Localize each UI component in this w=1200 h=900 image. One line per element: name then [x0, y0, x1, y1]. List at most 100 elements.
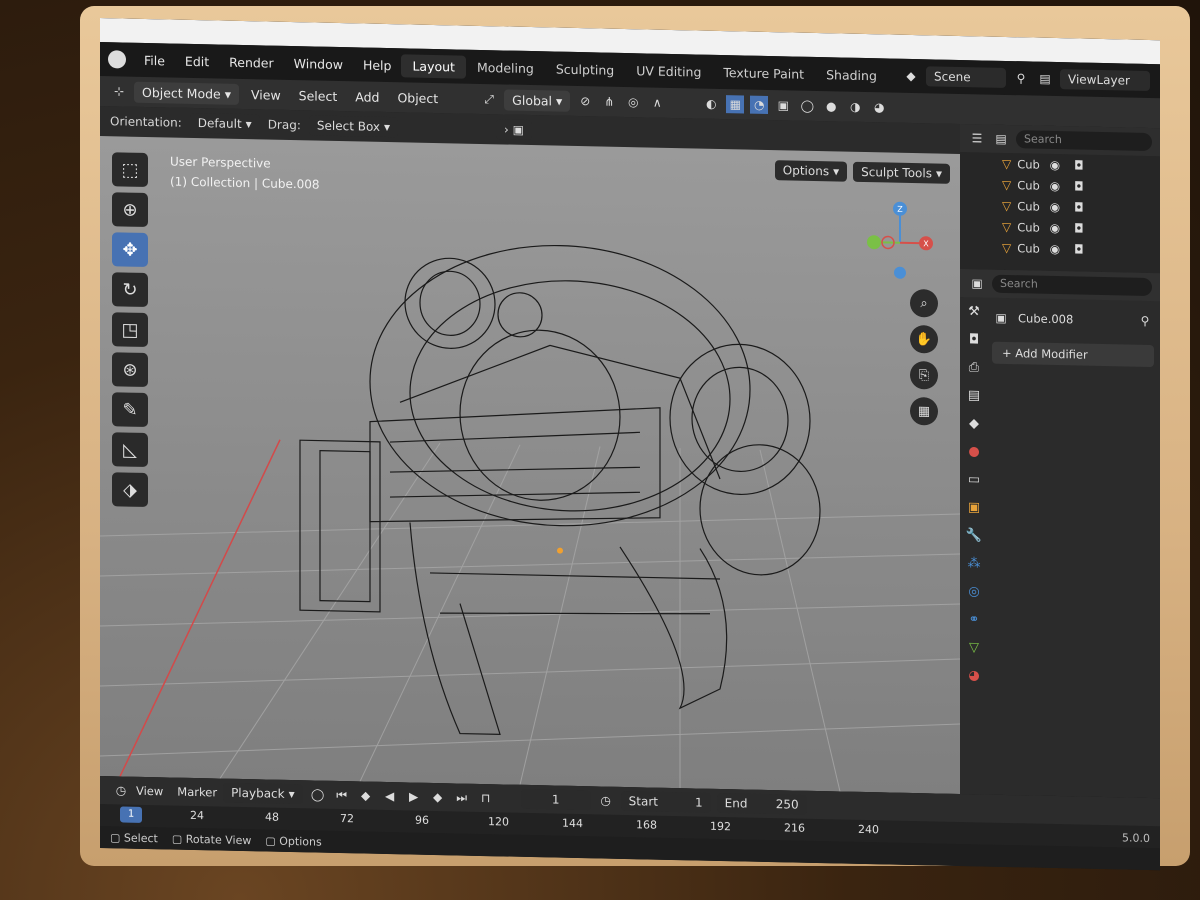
- render-tab-icon[interactable]: ◘: [965, 331, 983, 349]
- playback-dropdown[interactable]: Playback ▾: [223, 782, 303, 805]
- constraints-tab-icon[interactable]: ⚭: [965, 611, 983, 629]
- data-tab-icon[interactable]: ▽: [965, 639, 983, 657]
- annotate-tool-icon[interactable]: ✎: [112, 392, 148, 428]
- jump-end-icon[interactable]: ⏭: [453, 788, 471, 806]
- shading-material-icon[interactable]: ◑: [846, 98, 864, 116]
- scene-selector[interactable]: Scene: [926, 66, 1006, 88]
- 3d-viewport[interactable]: User Perspective (1) Collection | Cube.0…: [100, 136, 960, 795]
- drag-dropdown[interactable]: Select Box ▾: [308, 115, 399, 138]
- rotate-tool-icon[interactable]: ↻: [112, 272, 148, 308]
- options-dropdown[interactable]: Options ▾: [774, 160, 848, 182]
- sculpt-tools-dropdown[interactable]: Sculpt Tools ▾: [853, 161, 950, 184]
- eye-icon[interactable]: ◉: [1046, 218, 1064, 236]
- pan-hand-icon[interactable]: ✋: [910, 324, 938, 354]
- menu-window[interactable]: Window: [284, 55, 353, 72]
- prev-keyframe-icon[interactable]: ◆: [357, 786, 375, 804]
- workspace-tab-texture-paint[interactable]: Texture Paint: [712, 64, 815, 82]
- play-reverse-icon[interactable]: ◀: [381, 787, 399, 805]
- visibility-icon[interactable]: ◐: [702, 95, 720, 113]
- keying-icon[interactable]: ⊓: [477, 789, 495, 807]
- workspace-tab-modeling[interactable]: Modeling: [466, 59, 545, 76]
- zoom-icon[interactable]: ⌕: [910, 288, 938, 318]
- scene-tab-icon[interactable]: ◆: [965, 415, 983, 433]
- navigation-gizmo[interactable]: Z X: [860, 200, 940, 282]
- blender-logo-icon[interactable]: [108, 50, 126, 69]
- record-icon[interactable]: ◯: [309, 785, 327, 803]
- transform-tool-icon[interactable]: ⊛: [112, 352, 148, 388]
- view-layer-tab-icon[interactable]: ▤: [965, 387, 983, 405]
- menu-render[interactable]: Render: [219, 54, 284, 70]
- camera-view-icon[interactable]: ⎘: [910, 360, 938, 390]
- transform-orientation-dropdown[interactable]: Global ▾: [504, 88, 571, 112]
- add-modifier-button[interactable]: + Add Modifier: [992, 341, 1154, 368]
- play-icon[interactable]: ▶: [405, 787, 423, 805]
- add-cube-tool-icon[interactable]: ⬗: [112, 472, 148, 508]
- header-menu-select[interactable]: Select: [293, 85, 344, 107]
- physics-tab-icon[interactable]: ◎: [965, 583, 983, 601]
- gizmo-toggle-icon[interactable]: ▦: [726, 95, 745, 114]
- header-menu-object[interactable]: Object: [391, 87, 444, 109]
- camera-icon[interactable]: ◘: [1070, 240, 1088, 258]
- playhead-marker[interactable]: 1: [120, 806, 142, 823]
- move-tool-icon[interactable]: ✥: [112, 232, 148, 268]
- shading-rendered-icon[interactable]: ◕: [870, 98, 888, 116]
- outliner-search-input[interactable]: Search: [1016, 130, 1152, 152]
- mode-dropdown[interactable]: Object Mode ▾: [134, 81, 239, 105]
- camera-icon[interactable]: ◘: [1070, 177, 1088, 195]
- measure-tool-icon[interactable]: ◺: [112, 432, 148, 468]
- select-tool-icon[interactable]: ⬚: [112, 152, 148, 188]
- workspace-tab-sculpting[interactable]: Sculpting: [545, 61, 625, 78]
- orientation-dropdown[interactable]: Default ▾: [189, 112, 260, 135]
- viewlayer-selector[interactable]: ViewLayer: [1060, 69, 1150, 91]
- snap-icon[interactable]: ⋔: [600, 92, 618, 110]
- outliner-editor-icon[interactable]: ☰: [968, 129, 986, 147]
- world-tab-icon[interactable]: ●: [965, 443, 983, 461]
- collection-tab-icon[interactable]: ▭: [965, 471, 983, 489]
- material-tab-icon[interactable]: ◕: [965, 667, 983, 685]
- timeline-menu-view[interactable]: View: [136, 784, 163, 799]
- eye-icon[interactable]: ◉: [1046, 155, 1064, 173]
- sidebar-toggle[interactable]: › ▣: [496, 119, 532, 141]
- menu-help[interactable]: Help: [353, 57, 402, 73]
- header-menu-add[interactable]: Add: [349, 86, 385, 108]
- proportional-edit-icon[interactable]: ◎: [624, 93, 642, 111]
- menu-edit[interactable]: Edit: [175, 53, 219, 69]
- shading-solid-icon[interactable]: ●: [822, 97, 840, 115]
- jump-start-icon[interactable]: ⏮: [333, 786, 351, 804]
- camera-icon[interactable]: ◘: [1070, 198, 1088, 216]
- pin-icon[interactable]: ⚲: [1012, 69, 1030, 87]
- editor-type-icon[interactable]: ⊹: [110, 82, 128, 100]
- menu-file[interactable]: File: [134, 52, 175, 68]
- xray-icon[interactable]: ▣: [774, 96, 792, 114]
- workspace-tab-uv-editing[interactable]: UV Editing: [625, 63, 712, 80]
- outliner-filter-icon[interactable]: ▤: [992, 130, 1010, 148]
- pin-icon[interactable]: ⚲: [1136, 312, 1154, 330]
- end-frame-field[interactable]: End 250: [716, 792, 807, 815]
- clock-icon[interactable]: ◷: [597, 791, 615, 809]
- camera-icon[interactable]: ◘: [1070, 219, 1088, 237]
- particles-tab-icon[interactable]: ⁂: [965, 555, 983, 573]
- header-menu-view[interactable]: View: [245, 84, 287, 106]
- properties-editor-icon[interactable]: ▣: [968, 274, 986, 292]
- camera-icon[interactable]: ◘: [1070, 156, 1088, 174]
- eye-icon[interactable]: ◉: [1046, 239, 1064, 257]
- scale-tool-icon[interactable]: ◳: [112, 312, 148, 348]
- properties-search-input[interactable]: Search: [992, 274, 1152, 297]
- timeline-editor-icon[interactable]: ◷: [112, 781, 130, 799]
- outliner-row[interactable]: ▽ Cub ◉ ◘: [960, 236, 1160, 261]
- pivot-icon[interactable]: ⊘: [576, 92, 594, 110]
- workspace-tab-layout[interactable]: Layout: [401, 53, 466, 79]
- overlay-toggle-icon[interactable]: ◔: [750, 95, 769, 114]
- eye-icon[interactable]: ◉: [1046, 176, 1064, 194]
- object-tab-icon[interactable]: ▣: [965, 499, 983, 517]
- shading-wireframe-icon[interactable]: ◯: [798, 97, 816, 115]
- eye-icon[interactable]: ◉: [1046, 197, 1064, 215]
- falloff-icon[interactable]: ∧: [648, 93, 666, 111]
- tool-tab-icon[interactable]: ⚒: [965, 303, 983, 321]
- perspective-toggle-icon[interactable]: ▦: [910, 396, 938, 426]
- start-frame-field[interactable]: Start 1: [620, 790, 711, 813]
- current-frame-field[interactable]: 1: [520, 788, 591, 811]
- workspace-tab-shading[interactable]: Shading: [815, 66, 888, 83]
- output-tab-icon[interactable]: ⎙: [965, 359, 983, 377]
- next-keyframe-icon[interactable]: ◆: [429, 788, 447, 806]
